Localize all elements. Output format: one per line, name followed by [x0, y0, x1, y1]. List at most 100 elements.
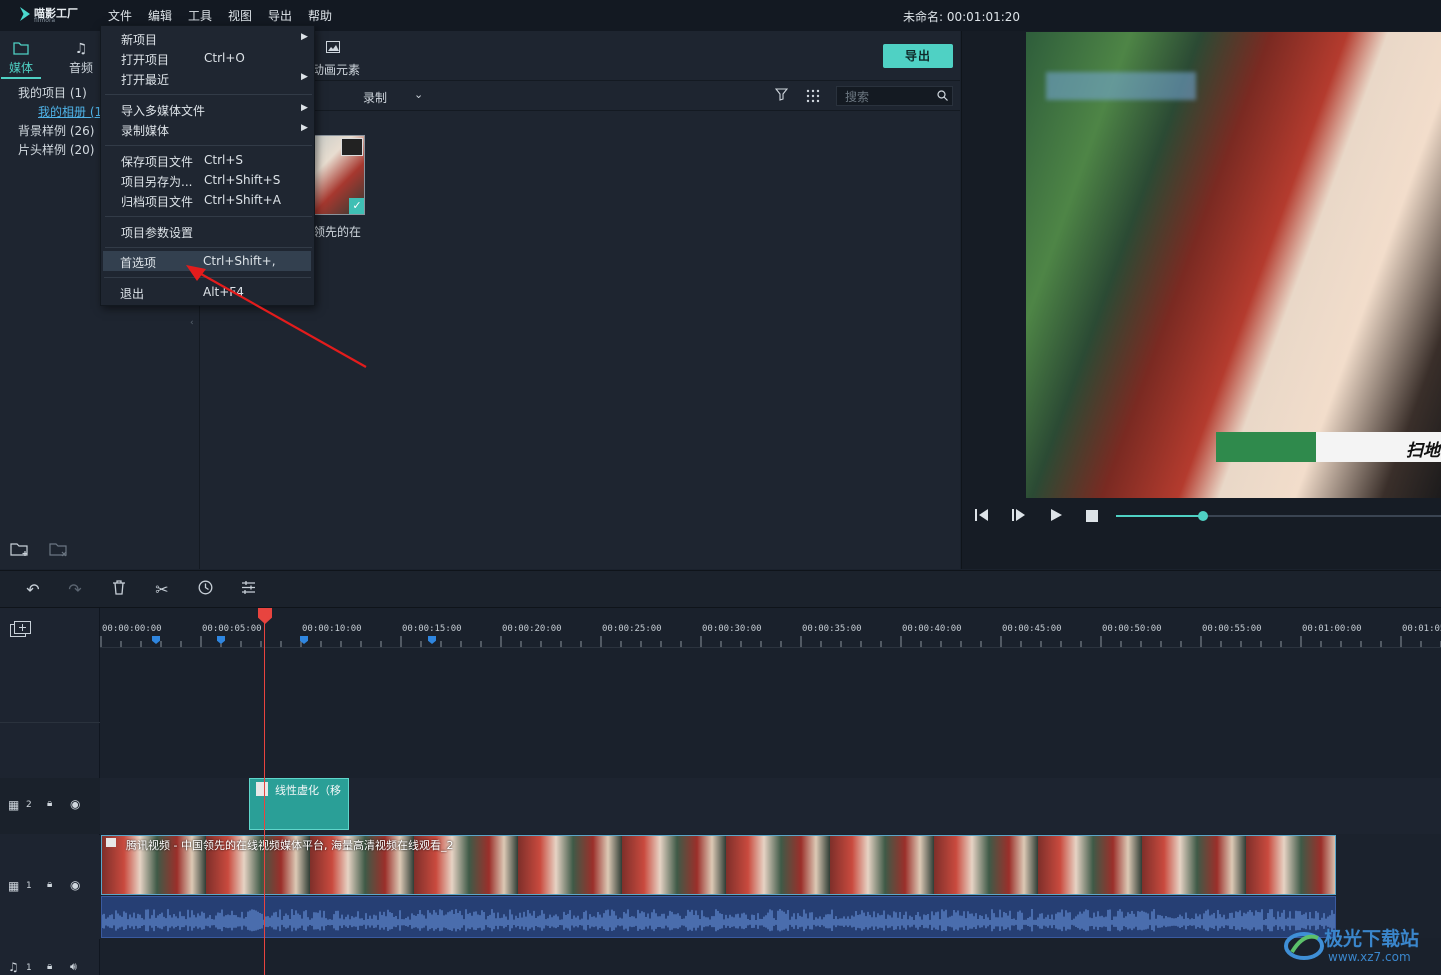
submenu-arrow-icon: ▶ [301, 123, 308, 133]
menu-item-new-project[interactable]: 新项目 [121, 31, 157, 48]
project-name: 未命名: 00:01:01:20 [903, 10, 1021, 24]
ruler-label: 00:01:05 [1402, 624, 1441, 634]
menu-item-import-media[interactable]: 导入多媒体文件 [121, 102, 205, 119]
music-track-icon: ♫ [8, 960, 19, 974]
menu-item-save-project[interactable]: 保存项目文件 [121, 153, 193, 170]
menu-item-project-settings[interactable]: 项目参数设置 [121, 224, 193, 241]
ruler-label: 00:00:10:00 [302, 624, 362, 634]
menu-file[interactable]: 文件 [108, 7, 132, 24]
speaker-icon[interactable]: 🔊︎ [70, 960, 77, 974]
eye-icon[interactable]: ◉ [70, 878, 80, 892]
ruler-label: 00:00:40:00 [902, 624, 962, 634]
timeline-ruler[interactable]: 00:00:00:00 00:00:05:00 00:00:10:00 00:0… [100, 608, 1441, 648]
playhead[interactable] [264, 612, 265, 975]
export-button[interactable]: 导出 [883, 44, 953, 68]
ruler-label: 00:00:15:00 [402, 624, 462, 634]
lock-icon[interactable]: 🔒︎ [47, 879, 52, 890]
film-icon [341, 138, 363, 156]
menu-item-save-as[interactable]: 项目另存为... [121, 173, 192, 190]
menu-item-exit[interactable]: 退出 [120, 285, 144, 302]
shortcut-label: Ctrl+Shift+A [204, 193, 281, 207]
watermark-url: www.xz7.com [1328, 950, 1411, 964]
ruler-label: 00:00:05:00 [202, 624, 262, 634]
ruler-label: 00:00:50:00 [1102, 624, 1162, 634]
tab-audio[interactable]: ♫ 音频 [61, 41, 101, 76]
track-header-audio: ♫ 1 🔒︎ 🔊︎ [0, 948, 100, 975]
next-frame-icon[interactable] [1011, 508, 1027, 525]
app-sub: filmora [34, 17, 56, 24]
ruler-label: 00:01:00:00 [1302, 624, 1362, 634]
logo-mark-icon [20, 7, 30, 21]
check-icon: ✓ [349, 198, 364, 214]
submenu-arrow-icon: ▶ [301, 72, 308, 82]
stop-icon[interactable] [1086, 510, 1098, 522]
delete-icon[interactable] [109, 580, 129, 599]
play-icon[interactable] [1049, 508, 1063, 525]
video-logo-blur [1046, 72, 1196, 100]
ruler-label: 00:00:55:00 [1202, 624, 1262, 634]
film-icon [106, 838, 116, 847]
new-folder-icon[interactable] [10, 541, 30, 561]
tab-media[interactable]: 媒体 [1, 41, 41, 79]
tab-media-label: 媒体 [8, 61, 33, 75]
film-track-icon: ▦ [8, 798, 20, 812]
playback-handle[interactable] [1198, 511, 1208, 521]
menu-item-preferences[interactable]: 首选项 [120, 254, 156, 271]
track-header-2: ▦ 2 🔒︎ ◉ [0, 778, 100, 834]
media-thumbnail[interactable]: ✓ [313, 135, 365, 215]
eye-icon[interactable]: ◉ [70, 797, 80, 811]
playback-progress [1116, 515, 1203, 517]
search-input[interactable]: 搜索 [836, 86, 953, 106]
waveform-path [102, 909, 1335, 932]
folder-icon [1, 41, 41, 59]
filter-icon[interactable] [774, 88, 789, 104]
chevron-down-icon[interactable]: ⌄ [414, 88, 423, 101]
shortcut-label: Ctrl+S [204, 153, 244, 167]
timeline-toolbar [0, 570, 1441, 608]
tree-my-album[interactable]: 我的相册 (1 [38, 103, 102, 120]
menu-view[interactable]: 视图 [228, 7, 252, 24]
ruler-label: 00:00:00:00 [102, 624, 162, 634]
menu-export[interactable]: 导出 [268, 7, 292, 24]
watermark-text: 极光下载站 [1324, 928, 1420, 950]
ruler-label: 00:00:25:00 [602, 624, 662, 634]
tree-bg-samples[interactable]: 背景样例 (26) [18, 122, 94, 139]
prev-frame-icon[interactable] [974, 508, 990, 525]
submenu-arrow-icon: ▶ [301, 32, 308, 42]
annotation-arrow [186, 265, 367, 368]
tree-my-project[interactable]: 我的项目 (1) [18, 84, 87, 101]
video-clip-label: 腾讯视频 - 中国领先的在线视频媒体平台, 海量高清视频在线观看_2 [126, 839, 454, 852]
menu-item-archive-project[interactable]: 归档项目文件 [121, 193, 193, 210]
menu-item-record-media[interactable]: 录制媒体 [121, 122, 169, 139]
grid-view-icon[interactable] [806, 89, 820, 106]
lock-icon[interactable]: 🔒︎ [47, 798, 52, 809]
menu-tools[interactable]: 工具 [188, 7, 212, 24]
track-number: 1 [26, 881, 32, 891]
waveform-graphic [102, 909, 1335, 932]
film-track-icon: ▦ [8, 879, 20, 893]
tree-title-samples[interactable]: 片头样例 (20) [18, 141, 94, 158]
track-number: 2 [26, 800, 32, 810]
ruler-label: 00:00:45:00 [1002, 624, 1062, 634]
tab-audio-label: 音频 [68, 61, 93, 75]
watermark: 极光下载站 www.xz7.com [1284, 924, 1441, 970]
delete-folder-icon[interactable] [49, 541, 69, 560]
video-overlay-text: 扫地 [1406, 441, 1440, 461]
track-headers: ▦ 2 🔒︎ ◉ ▦ 1 🔒︎ ◉ ♫ 1 🔒︎ 🔊︎ [0, 608, 100, 975]
redo-icon[interactable]: ↷ [65, 580, 85, 599]
tab-animation-elements[interactable]: 动画元素 [312, 61, 360, 78]
menu-edit[interactable]: 编辑 [148, 7, 172, 24]
search-icon[interactable] [937, 90, 948, 104]
video-clip[interactable]: 腾讯视频 - 中国领先的在线视频媒体平台, 海量高清视频在线观看_2 [101, 835, 1336, 895]
audio-waveform[interactable] [101, 896, 1336, 938]
menu-item-open-project[interactable]: 打开项目 [121, 51, 169, 68]
add-track-icon[interactable] [10, 621, 31, 640]
speed-icon[interactable] [195, 580, 215, 599]
record-dropdown[interactable]: 录制 [363, 89, 387, 106]
adjust-icon[interactable] [238, 580, 258, 599]
undo-icon[interactable]: ↶ [23, 580, 43, 599]
menu-help[interactable]: 帮助 [308, 7, 332, 24]
menu-item-open-recent[interactable]: 打开最近 [121, 71, 169, 88]
lock-icon[interactable]: 🔒︎ [47, 961, 52, 972]
cut-icon[interactable]: ✂ [152, 580, 172, 599]
